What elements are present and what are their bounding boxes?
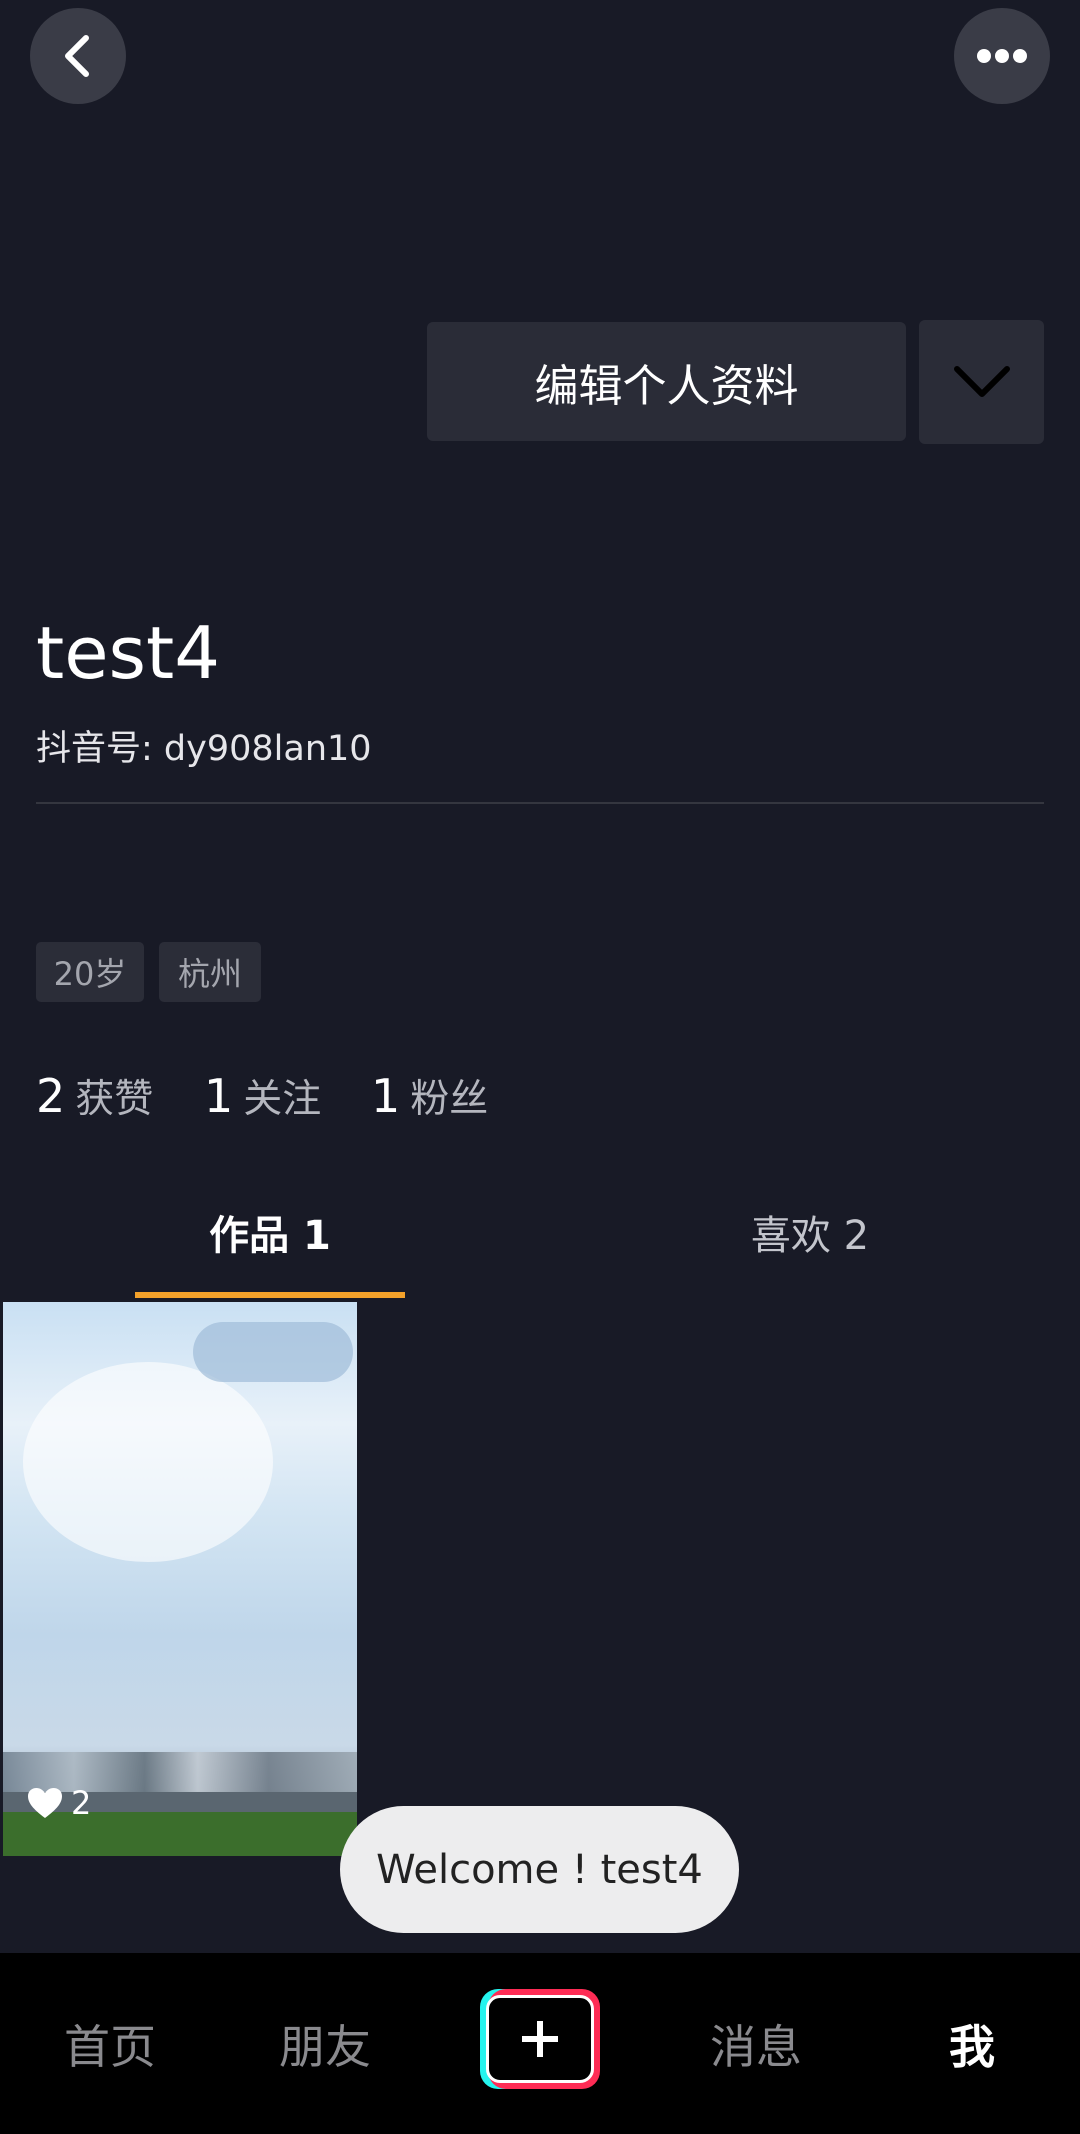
nav-me[interactable]: 我 [902, 1953, 1042, 2134]
edit-profile-label: 编辑个人资料 [534, 360, 799, 412]
more-button[interactable] [954, 8, 1050, 104]
video-thumbnail[interactable]: 2 [3, 1302, 357, 1856]
thumbnail-cloud [23, 1362, 273, 1562]
tag-age: 20岁 [36, 942, 144, 1002]
stat-fans[interactable]: 1 粉丝 [371, 1068, 488, 1128]
chevron-down-icon [953, 366, 1010, 397]
stat-likes[interactable]: 2 获赞 [36, 1068, 153, 1128]
heart-icon [28, 1788, 62, 1818]
stat-fans-count: 1 [371, 1069, 401, 1123]
bottom-nav: 首页 朋友 消息 我 [0, 1953, 1080, 2134]
stat-fans-label: 粉丝 [410, 1077, 489, 1122]
username: test4 [36, 611, 221, 695]
profile-dropdown-button[interactable] [919, 320, 1044, 444]
back-button[interactable] [30, 8, 126, 104]
divider [36, 802, 1044, 804]
nav-add-button[interactable] [480, 1989, 600, 2089]
more-dots-icon [977, 49, 1027, 63]
tab-likes[interactable]: 喜欢 2 [675, 1202, 945, 1262]
video-like-number: 2 [71, 1784, 92, 1822]
welcome-toast: Welcome ! test4 [340, 1806, 739, 1933]
video-like-count: 2 [27, 1784, 91, 1822]
plus-icon [522, 2021, 558, 2057]
nav-messages[interactable]: 消息 [686, 1953, 826, 2134]
edit-profile-button[interactable]: 编辑个人资料 [427, 322, 906, 441]
stat-following-count: 1 [204, 1069, 234, 1123]
add-button-core [486, 1995, 594, 2083]
tag-city: 杭州 [159, 942, 261, 1002]
stat-likes-label: 获赞 [75, 1077, 154, 1122]
chevron-left-icon [65, 35, 89, 77]
nav-home[interactable]: 首页 [40, 1953, 180, 2134]
tab-works[interactable]: 作品 1 [135, 1202, 405, 1262]
stat-likes-count: 2 [36, 1069, 66, 1123]
stat-following-label: 关注 [243, 1077, 322, 1122]
nav-friends[interactable]: 朋友 [255, 1953, 395, 2134]
thumbnail-cloud [193, 1322, 353, 1382]
tab-indicator [135, 1292, 405, 1298]
douyin-id: 抖音号: dy908lan10 [36, 729, 372, 769]
stat-following[interactable]: 1 关注 [204, 1068, 321, 1128]
